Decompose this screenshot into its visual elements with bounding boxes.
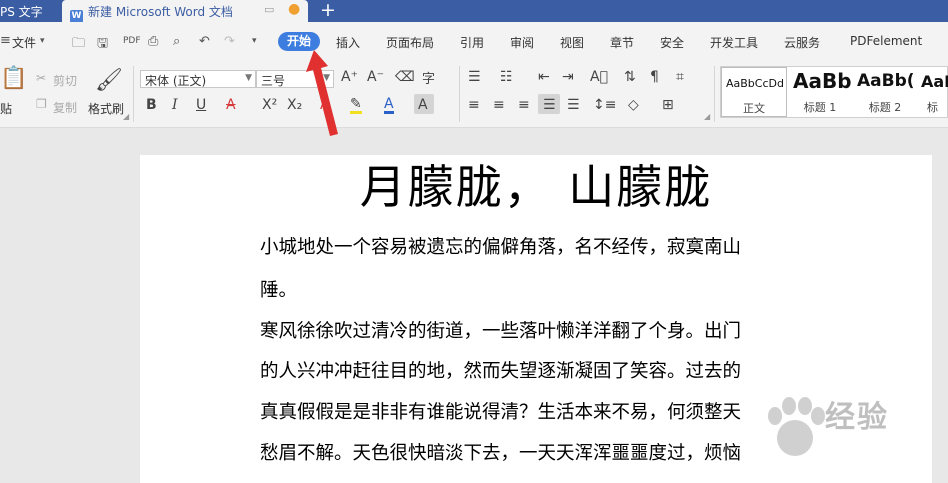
paste-button[interactable]: 贴 (0, 100, 12, 117)
style-heading-3[interactable]: AaB 标 (917, 67, 948, 117)
document-line[interactable]: 真真假假是是非非有谁能说得清？生活本来不易，何须整天 (260, 398, 741, 424)
undo-icon[interactable]: ↶ (199, 34, 210, 49)
decrease-indent-icon[interactable]: ⇤ (538, 69, 550, 85)
align-right-icon[interactable]: ≡ (518, 97, 530, 113)
document-line[interactable]: 的人兴冲冲赶往目的地，然而失望逐渐凝固了笑容。过去的 (260, 357, 741, 383)
shading-icon[interactable]: ◇ (628, 97, 639, 113)
styles-gallery: AaBbCcDd 正文 AaBb 标题 1 AaBb( 标题 2 AaB 标 (720, 66, 948, 118)
align-left-icon[interactable]: ≡ (468, 97, 480, 113)
export-pdf-icon[interactable]: PDF (123, 36, 141, 46)
font-name-select[interactable]: 宋体 (正文) ▼ (140, 70, 256, 88)
sort-icon[interactable]: ⇅ (624, 69, 636, 85)
menu-pdfelement[interactable]: PDFelement (850, 34, 922, 48)
document-title[interactable]: 月朦胧， 山朦胧 (140, 151, 932, 217)
distributed-icon[interactable]: ☰ (567, 97, 580, 113)
customize-dropdown-icon[interactable]: ▾ (252, 36, 257, 46)
paragraph-expand-icon[interactable]: ◢ (704, 112, 710, 121)
chevron-down-icon: ▼ (245, 73, 252, 83)
document-tab[interactable]: W 新建 Microsoft Word 文档 ▭ ● (62, 0, 308, 23)
decrease-font-size-icon[interactable]: A⁻ (367, 69, 384, 85)
superscript-icon[interactable]: X² (262, 97, 277, 113)
new-tab-plus-icon[interactable]: + (320, 0, 336, 21)
chevron-down-icon[interactable]: ▾ (40, 36, 45, 46)
numbered-list-icon[interactable]: ☷ (500, 69, 513, 85)
align-center-icon[interactable]: ≡ (493, 97, 505, 113)
underline-icon[interactable]: U (196, 97, 206, 113)
title-bar: PS 文字 W 新建 Microsoft Word 文档 ▭ ● + (0, 0, 948, 23)
menu-developer-tools[interactable]: 开发工具 (710, 34, 758, 51)
style-heading-2[interactable]: AaBb( 标题 2 (853, 67, 917, 117)
menu-review[interactable]: 审阅 (510, 34, 534, 51)
watermark-text: 经验 (825, 400, 889, 435)
menu-bar: ≡ 文件 ▾ 🗀 🖫 PDF ⎙ ⌕ ↶ ↷ ▾ 开始 插入 页面布局 引用 审… (0, 22, 948, 60)
app-tab[interactable]: PS 文字 (0, 0, 60, 22)
format-painter-icon[interactable]: 🖌 (95, 68, 123, 93)
clear-format-icon[interactable]: ⌫ (395, 69, 415, 85)
ribbon-toolbar: 📋 贴 ✂ 剪切 ❐ 复制 🖌 格式刷 ◢ 宋体 (正文) ▼ 三号 ▼ A⁺ A⁻… (0, 60, 948, 128)
increase-indent-icon[interactable]: ⇥ (562, 69, 574, 85)
strikethrough-icon[interactable]: A (226, 97, 236, 113)
show-hide-marks-icon[interactable]: ¶ (650, 69, 659, 85)
format-painter-button[interactable]: 格式刷 (88, 100, 124, 117)
print-preview-icon[interactable]: ⌕ (173, 34, 180, 49)
character-shading-icon[interactable]: A (418, 97, 428, 113)
hamburger-icon[interactable]: ≡ (0, 33, 11, 48)
phonetic-guide-icon[interactable]: 字 (422, 68, 435, 87)
bold-icon[interactable]: B (146, 97, 157, 113)
document-line[interactable]: 寒风徐徐吹过清冷的街道，一些落叶懒洋洋翻了个身。出门 (260, 317, 741, 343)
copy-button[interactable]: 复制 (53, 99, 77, 116)
borders-icon[interactable]: ⊞ (662, 97, 674, 113)
document-line[interactable]: 陲。 (260, 276, 297, 302)
monitor-icon[interactable]: ▭ (264, 3, 274, 16)
paste-icon[interactable]: 📋 (0, 66, 27, 91)
document-line[interactable]: 小城地处一个容易被遗忘的偏僻角落，名不经传，寂寞南山 (260, 233, 741, 259)
font-color-icon[interactable]: A (384, 97, 394, 114)
menu-cloud-service[interactable]: 云服务 (784, 34, 820, 51)
open-folder-icon[interactable]: 🗀 (72, 34, 85, 56)
menu-page-layout[interactable]: 页面布局 (386, 34, 434, 51)
style-normal[interactable]: AaBbCcDd 正文 (721, 67, 787, 117)
highlight-icon[interactable]: ✎ (350, 97, 362, 114)
justify-icon[interactable]: ☰ (543, 97, 556, 113)
menu-security[interactable]: 安全 (660, 34, 684, 51)
paragraph-settings-icon[interactable]: ⌗ (676, 69, 684, 85)
clipboard-expand-icon[interactable]: ◢ (123, 112, 129, 121)
document-tab-label: 新建 Microsoft Word 文档 (88, 5, 233, 19)
menu-section[interactable]: 章节 (610, 34, 634, 51)
cut-icon[interactable]: ✂ (36, 71, 46, 85)
save-icon[interactable]: 🖫 (97, 34, 108, 56)
line-spacing-icon[interactable]: ↕≡ (593, 97, 616, 113)
style-heading-1[interactable]: AaBb 标题 1 (789, 67, 852, 117)
chinese-layout-icon[interactable]: A⃟ (590, 69, 608, 85)
menu-view[interactable]: 视图 (560, 34, 584, 51)
redo-icon[interactable]: ↷ (224, 34, 235, 49)
menu-file[interactable]: 文件 (12, 34, 36, 51)
menu-references[interactable]: 引用 (460, 34, 484, 51)
italic-icon[interactable]: I (172, 97, 178, 113)
unsaved-dot-icon: ● (288, 1, 301, 17)
copy-icon[interactable]: ❐ (36, 97, 47, 111)
print-icon[interactable]: ⎙ (148, 34, 158, 49)
bullet-list-icon[interactable]: ☰ (468, 69, 481, 85)
annotation-arrow-icon (306, 50, 338, 136)
divider (133, 66, 134, 122)
divider (714, 66, 715, 122)
divider (459, 66, 460, 122)
document-line[interactable]: 愁眉不解。天色很快暗淡下去，一天天浑浑噩噩度过，烦恼 (260, 439, 741, 465)
cut-button[interactable]: 剪切 (53, 72, 77, 89)
